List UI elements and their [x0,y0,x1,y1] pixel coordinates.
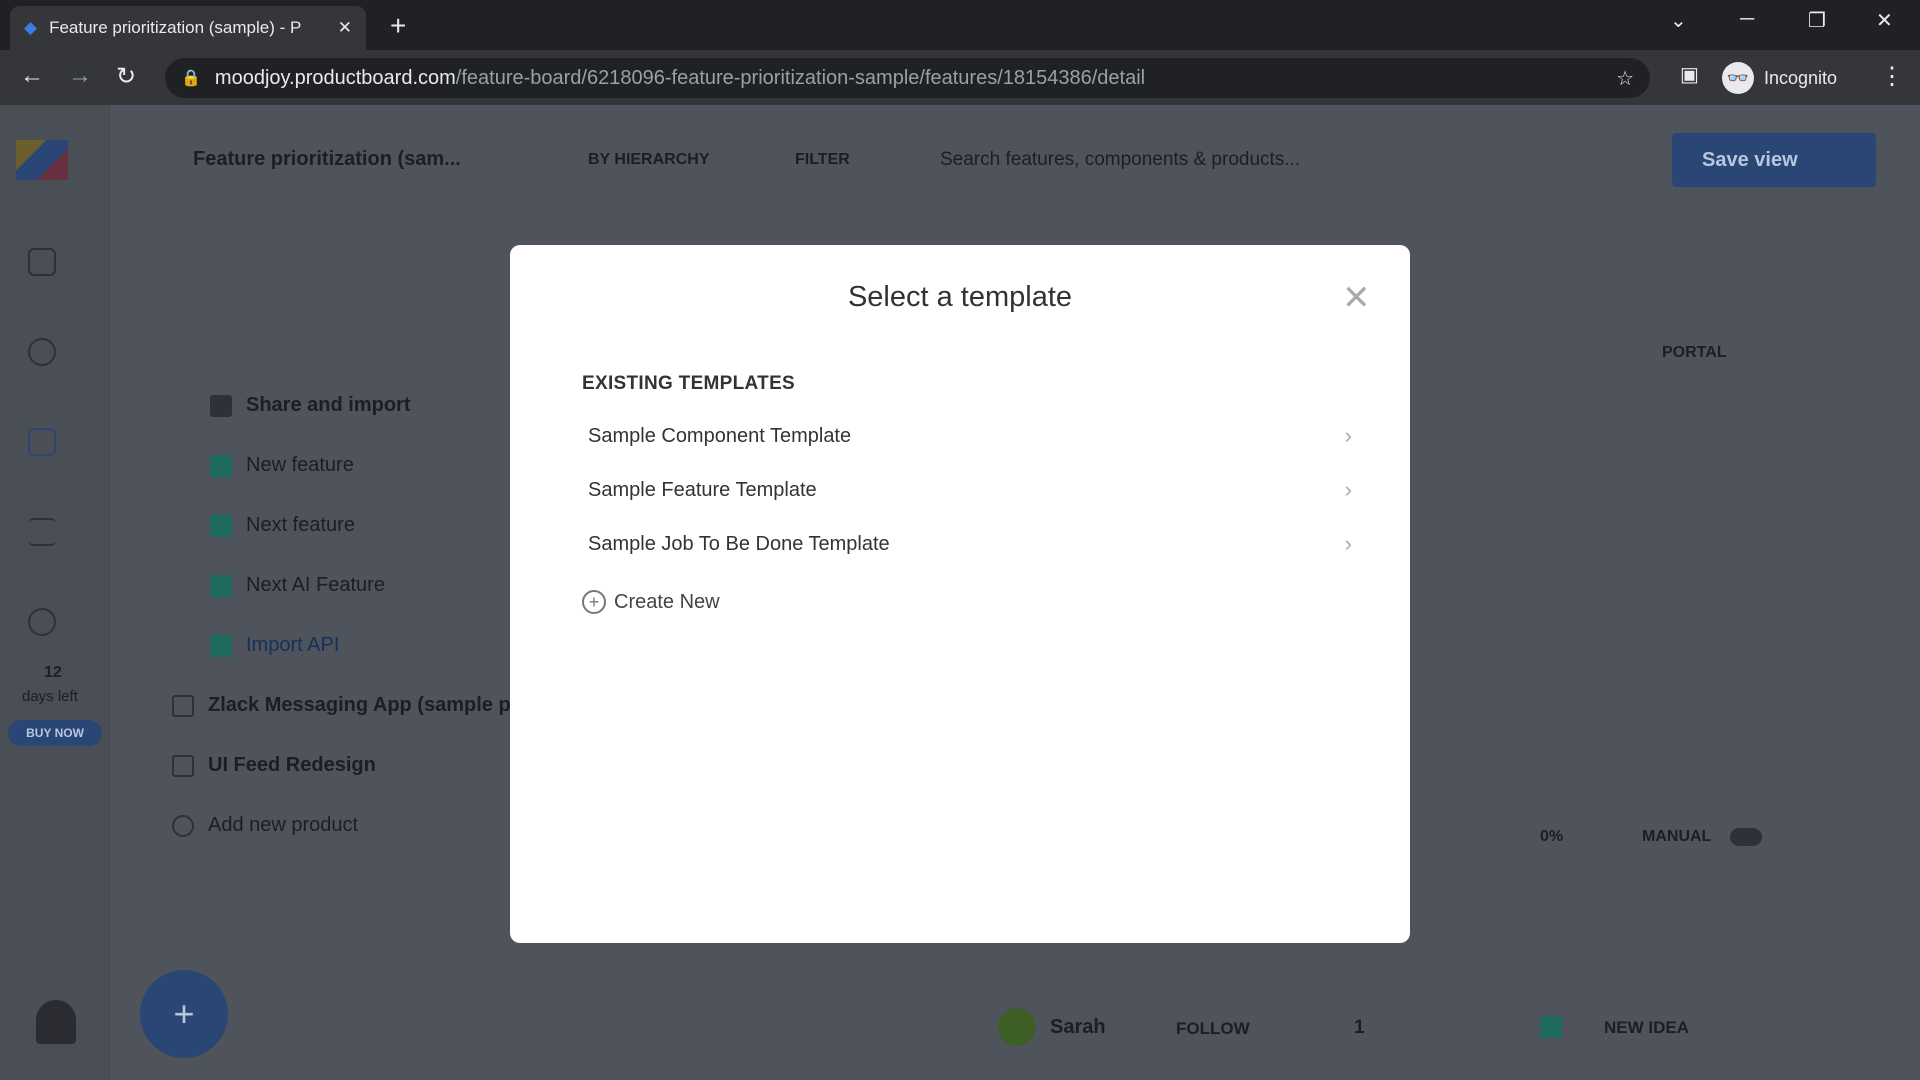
chevron-right-icon: › [1344,477,1352,502]
template-item-feature[interactable]: Sample Feature Template › [572,466,1362,514]
template-label: Sample Component Template [588,424,852,447]
trial-label: days left [22,688,78,705]
template-item-component[interactable]: Sample Component Template › [572,412,1362,460]
template-item-jtbd[interactable]: Sample Job To Be Done Template › [572,520,1362,568]
portal-icon[interactable] [28,608,56,636]
progress-value: 0% [1540,828,1564,845]
add-product-button[interactable]: Add new product [172,814,358,837]
tree-item-label: Zlack Messaging App (sample p [208,694,511,716]
chevron-right-icon: › [1344,423,1352,448]
feature-icon [210,454,232,477]
board-title[interactable]: Feature prioritization (sam... [193,148,461,171]
feature-icon [210,514,232,537]
roadmap-icon[interactable] [28,518,56,546]
template-label: Sample Job To Be Done Template [588,532,890,555]
component-icon [210,394,232,417]
features-icon[interactable] [28,428,56,456]
group-by-button[interactable]: BY HIERARCHY [588,151,710,169]
search-input[interactable]: Search features, components & products..… [940,149,1300,171]
tree-item-label: Next feature [246,514,355,536]
modal-title: Select a template [847,281,1073,313]
insights-icon[interactable] [28,338,56,366]
product-icon [172,694,194,717]
productboard-logo [16,140,68,180]
tree-item[interactable]: Share and import [210,394,410,417]
manual-toggle[interactable] [1730,828,1762,846]
fab-add-button[interactable]: + [140,970,228,1058]
user-avatar[interactable] [36,1000,76,1044]
feature-icon [210,634,232,657]
tree-item[interactable]: Zlack Messaging App (sample p [172,694,511,717]
tree-item-label: Add new product [208,814,359,836]
tree-item-label: New feature [246,454,354,476]
tree-item-label: Share and import [246,394,411,416]
tree-item[interactable]: UI Feed Redesign [172,754,376,777]
product-icon [172,754,194,777]
save-view-button[interactable]: Save view [1672,133,1876,187]
tree-item[interactable]: Next AI Feature [210,574,385,597]
status-color-icon [1540,1016,1562,1038]
create-new-template-button[interactable]: + Create New [582,590,720,614]
manual-toggle-label: MANUAL [1642,828,1712,845]
owner-name[interactable]: Sarah [1050,1016,1106,1039]
template-label: Sample Feature Template [588,478,817,501]
tree-item-label: UI Feed Redesign [208,754,376,776]
column-header-portal: PORTAL [1662,344,1727,361]
plus-icon [172,814,194,837]
chevron-right-icon: › [1344,531,1352,556]
tree-item-label: Import API [246,634,340,656]
select-template-modal: Select a template ✕ EXISTING TEMPLATES S… [510,245,1410,943]
tree-item[interactable]: Next feature [210,514,355,537]
follow-button[interactable]: FOLLOW [1176,1019,1250,1039]
tree-item[interactable]: New feature [210,454,354,477]
buy-now-button[interactable]: BUY NOW [8,720,102,746]
status-select[interactable]: NEW IDEA [1604,1018,1689,1038]
home-icon[interactable] [28,248,56,276]
feature-icon [210,574,232,597]
trial-days: 12 [44,664,62,681]
owner-avatar [998,1008,1036,1046]
create-new-label: Create New [614,590,720,613]
section-heading: EXISTING TEMPLATES [582,373,796,394]
insights-count: 1 [1354,1017,1365,1038]
tree-item-label: Next AI Feature [246,574,385,596]
filter-button[interactable]: FILTER [795,151,850,169]
tree-item[interactable]: Import API [210,634,339,657]
close-icon[interactable]: ✕ [1342,281,1371,315]
plus-circle-icon: + [582,590,606,614]
